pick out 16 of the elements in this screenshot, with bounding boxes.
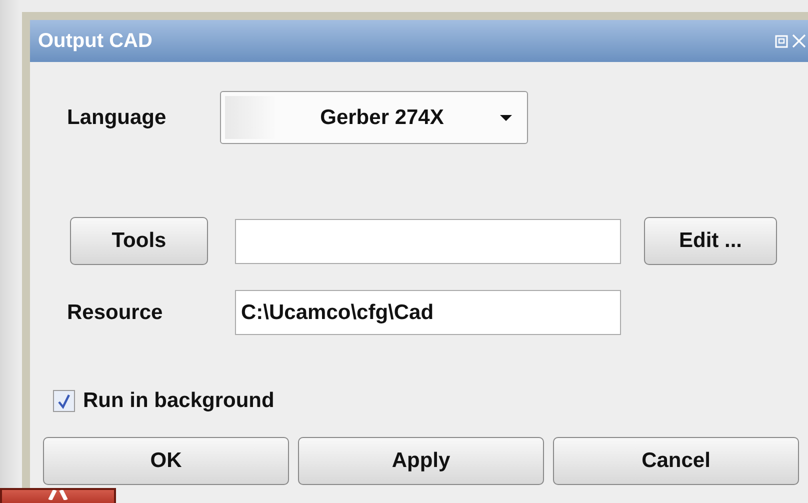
window-title: Output CAD (38, 30, 154, 52)
dialog-button[interactable]: Apply (298, 437, 544, 485)
language-dropdown[interactable]: Gerber 274X (220, 91, 528, 144)
checkbox-label: Run in background (83, 389, 274, 413)
resource-label: Resource (67, 300, 164, 324)
dialog-button[interactable]: OK (43, 437, 289, 485)
edit-button[interactable]: Edit ... (644, 217, 777, 265)
caret-icon (499, 114, 513, 122)
tools-field[interactable] (235, 218, 621, 264)
restore-icon[interactable] (775, 34, 788, 48)
resource-field[interactable]: C:\Ucamco\cfg\Cad (235, 290, 621, 335)
language-label: Language (67, 106, 168, 130)
check-icon (57, 393, 71, 409)
tools-button[interactable]: Tools (70, 217, 208, 265)
dialog-button[interactable]: Cancel (553, 437, 799, 485)
checkbox[interactable] (53, 390, 75, 412)
